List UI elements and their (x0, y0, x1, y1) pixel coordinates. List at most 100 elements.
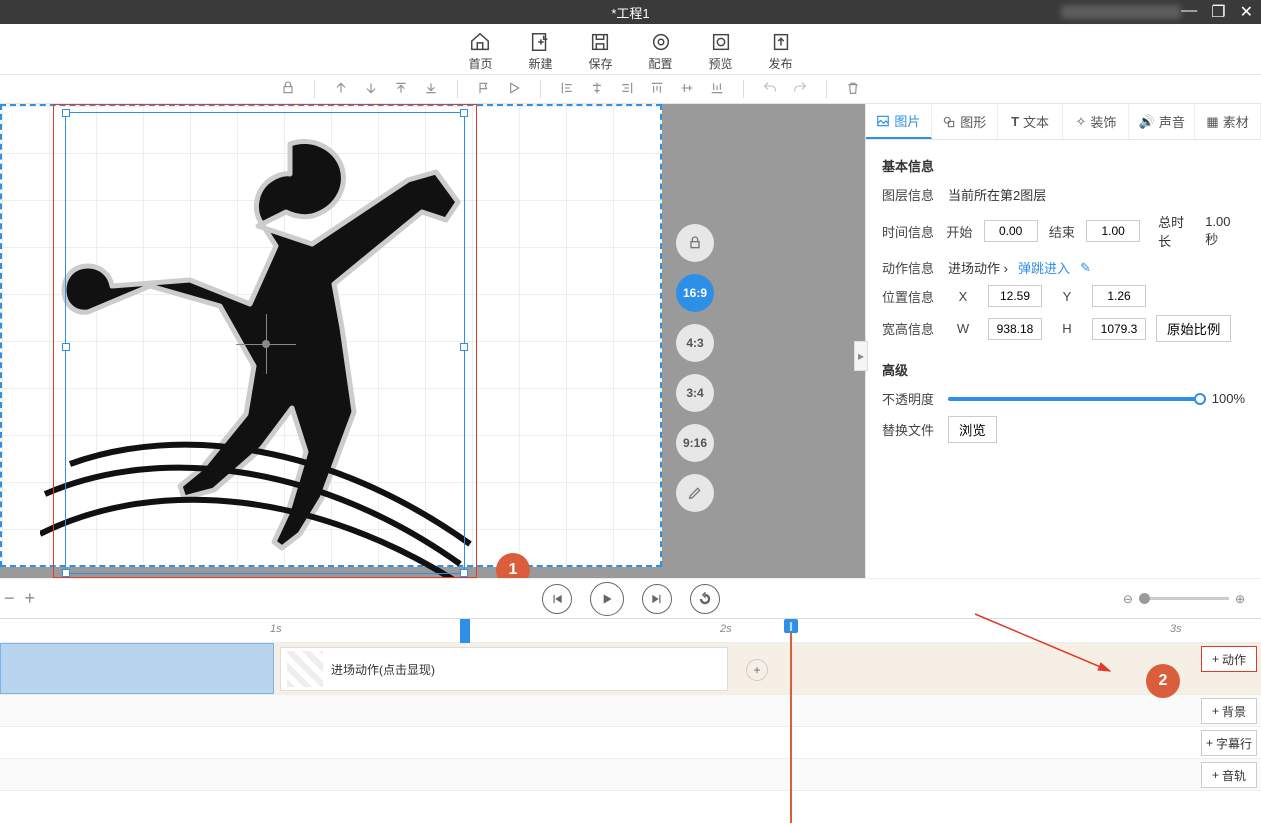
config-button[interactable]: 配置 (649, 31, 673, 72)
section-basic-title: 基本信息 (882, 156, 1245, 175)
end-input[interactable] (1086, 220, 1140, 242)
x-input[interactable] (988, 285, 1042, 307)
playhead-cap[interactable]: ∥ (784, 619, 798, 633)
track-row-audio[interactable]: + 音轨 (0, 759, 1261, 791)
y-input[interactable] (1092, 285, 1146, 307)
row-layer: 图层信息 当前所在第2图层 (882, 185, 1245, 204)
opacity-value: 100% (1212, 391, 1245, 406)
redo-icon[interactable] (792, 80, 808, 99)
resize-handle-sw[interactable] (62, 569, 70, 577)
plus-icon[interactable]: + (25, 588, 36, 609)
play-icon[interactable] (506, 80, 522, 99)
tab-asset[interactable]: ▦素材 (1195, 104, 1261, 139)
home-button[interactable]: 首页 (468, 31, 492, 72)
minus-icon[interactable]: − (4, 588, 15, 609)
preview-button[interactable]: 预览 (709, 31, 733, 72)
aspect-16-9[interactable]: 16:9 (676, 274, 714, 312)
trash-icon[interactable] (845, 80, 861, 99)
maximize-icon[interactable]: ❐ (1211, 2, 1225, 22)
resize-handle-ne[interactable] (460, 109, 468, 117)
to-bottom-icon[interactable] (423, 80, 439, 99)
tab-shape[interactable]: 图形 (932, 104, 998, 139)
align-top-icon[interactable] (649, 80, 665, 99)
resize-handle-se[interactable] (460, 569, 468, 577)
playhead-line[interactable] (790, 619, 792, 823)
tab-decor[interactable]: ✧装饰 (1063, 104, 1129, 139)
save-button[interactable]: 保存 (588, 31, 612, 72)
new-label: 新建 (528, 55, 552, 72)
edit-action-icon[interactable]: ✎ (1080, 260, 1091, 276)
panel-collapse-handle[interactable]: ▸ (854, 341, 868, 371)
window-title: *工程1 (611, 3, 649, 22)
align-middle-icon[interactable] (679, 80, 695, 99)
add-background-button[interactable]: + 背景 (1201, 698, 1257, 724)
lock-chip[interactable] (676, 224, 714, 262)
loop-button[interactable] (690, 584, 720, 614)
aspect-3-4[interactable]: 3:4 (676, 374, 714, 412)
range-start-handle[interactable] (460, 619, 470, 643)
panel-tabs: 图片 图形 T文本 ✧装饰 🔊声音 ▦素材 (866, 104, 1261, 140)
original-ratio-button[interactable]: 原始比例 (1156, 315, 1231, 342)
layer-value: 当前所在第2图层 (948, 185, 1046, 204)
pivot-dot[interactable] (262, 340, 270, 348)
action-link[interactable]: 弹跳进入 (1018, 258, 1070, 277)
prev-button[interactable] (542, 584, 572, 614)
add-audio-button[interactable]: + 音轨 (1201, 762, 1257, 788)
add-action-button[interactable]: + 动作 (1201, 646, 1257, 672)
opacity-label: 不透明度 (882, 389, 938, 408)
align-bottom-icon[interactable] (709, 80, 725, 99)
opacity-slider[interactable] (948, 397, 1202, 401)
home-label: 首页 (468, 55, 492, 72)
resize-handle-nw[interactable] (62, 109, 70, 117)
flag-icon[interactable] (476, 80, 492, 99)
next-button[interactable] (642, 584, 672, 614)
zoom-thumb[interactable] (1139, 593, 1150, 604)
tab-text[interactable]: T文本 (998, 104, 1064, 139)
h-input[interactable] (1092, 318, 1146, 340)
browse-button[interactable]: 浏览 (948, 416, 997, 443)
arrow-down-icon[interactable] (363, 80, 379, 99)
close-icon[interactable]: ✕ (1240, 2, 1253, 22)
aspect-ratio-chips: 16:9 4:3 3:4 9:16 (676, 224, 714, 512)
annotation-arrow (970, 609, 1130, 689)
edit-chip[interactable] (676, 474, 714, 512)
opacity-thumb[interactable] (1194, 393, 1206, 405)
resize-handle-e[interactable] (460, 343, 468, 351)
resize-handle-w[interactable] (62, 343, 70, 351)
align-right-icon[interactable] (619, 80, 635, 99)
extend-clip-button[interactable]: + (746, 659, 768, 681)
track-row-sub[interactable]: + 字幕行 (0, 727, 1261, 759)
start-label: 开始 (945, 222, 973, 241)
y-label: Y (1052, 289, 1082, 304)
zoom-out-icon[interactable]: ⊖ (1123, 592, 1133, 606)
canvas-area[interactable]: 1 16:9 4:3 3:4 9:16 (0, 104, 865, 578)
zoom-in-icon[interactable]: ⊕ (1235, 592, 1245, 606)
selection-frame[interactable] (65, 112, 465, 574)
w-input[interactable] (988, 318, 1042, 340)
play-button[interactable] (590, 582, 624, 616)
minimize-icon[interactable]: — (1181, 2, 1197, 22)
w-label: W (948, 321, 978, 336)
add-subtitle-button[interactable]: + 字幕行 (1201, 730, 1257, 756)
align-center-h-icon[interactable] (589, 80, 605, 99)
user-account-blurred (1061, 5, 1181, 19)
lock-icon[interactable] (280, 80, 296, 99)
track-row-bg[interactable]: + 背景 (0, 695, 1261, 727)
aspect-4-3[interactable]: 4:3 (676, 324, 714, 362)
arrow-up-icon[interactable] (333, 80, 349, 99)
aspect-9-16[interactable]: 9:16 (676, 424, 714, 462)
new-button[interactable]: 新建 (528, 31, 552, 72)
tab-image[interactable]: 图片 (866, 104, 932, 139)
end-label: 结束 (1048, 222, 1076, 241)
start-input[interactable] (984, 220, 1038, 242)
align-left-icon[interactable] (559, 80, 575, 99)
to-top-icon[interactable] (393, 80, 409, 99)
zoom-slider[interactable] (1139, 597, 1229, 600)
track-layer-block[interactable] (0, 643, 274, 694)
clip-label: 进场动作(点击显现) (331, 661, 435, 678)
publish-button[interactable]: 发布 (769, 31, 793, 72)
undo-icon[interactable] (762, 80, 778, 99)
row-opacity: 不透明度 100% (882, 389, 1245, 408)
tab-sound[interactable]: 🔊声音 (1129, 104, 1195, 139)
clip-block[interactable]: 进场动作(点击显现) (280, 647, 728, 691)
